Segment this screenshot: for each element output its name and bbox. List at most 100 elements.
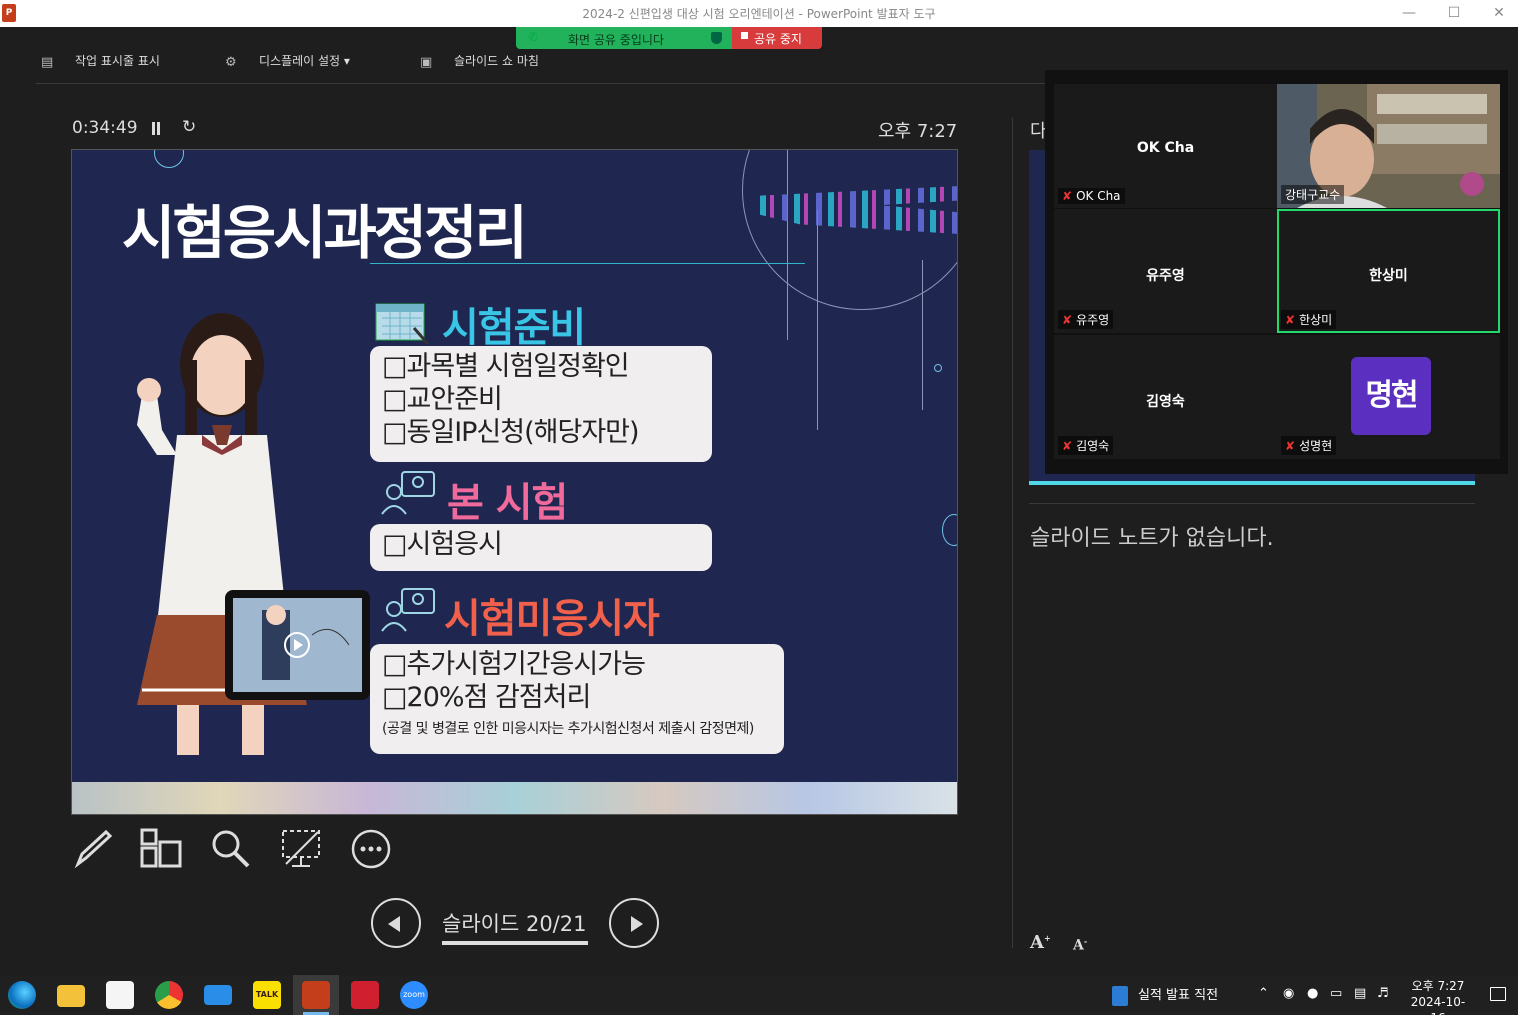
checklist-item: □시험응시: [382, 529, 503, 560]
participant-tile[interactable]: 유주영 ✘ 유주영: [1054, 209, 1277, 333]
elapsed-timer: 0:34:49: [72, 118, 138, 138]
screen-sharing-banner[interactable]: ✆ 화면 공유 중입니다: [516, 27, 732, 49]
presenter-icon: [381, 471, 435, 515]
notes-divider: [1029, 503, 1475, 504]
acrobat-icon[interactable]: [351, 981, 379, 1009]
exam-checklist: □시험응시: [370, 524, 712, 571]
sharing-status-text: 화면 공유 중입니다: [568, 33, 664, 47]
participant-label-text: 김영숙: [1076, 439, 1110, 453]
absent-student-icon: [381, 588, 435, 632]
clock-date: 2024-10-16: [1410, 995, 1466, 1015]
show-taskbar-label: 작업 표시줄 표시: [75, 54, 160, 68]
microphone-icon[interactable]: ●: [1307, 986, 1318, 1001]
title-bar: P 2024-2 신편입생 대상 시험 오리엔테이션 - PowerPoint …: [0, 0, 1518, 27]
checklist-item: □20%점 감점처리: [382, 682, 591, 713]
participant-label-text: 한상미: [1299, 313, 1333, 327]
muted-mic-icon: ✘: [1062, 189, 1073, 203]
system-clock[interactable]: 오후 7:27 2024-10-16: [1405, 978, 1471, 1015]
all-slides-icon[interactable]: [140, 828, 182, 870]
increase-font-button[interactable]: A+: [1030, 932, 1051, 953]
window-title: 2024-2 신편입생 대상 시험 오리엔테이션 - PowerPoint 발표…: [582, 7, 936, 21]
participant-label: ✘ OK Cha: [1058, 188, 1125, 204]
notification-icon[interactable]: [1490, 987, 1506, 1001]
title-underline: [370, 263, 805, 264]
participant-tile[interactable]: 김영숙 ✘ 김영숙: [1054, 335, 1277, 459]
chrome-icon[interactable]: [155, 981, 183, 1009]
participant-name: 한상미: [1369, 268, 1408, 284]
participant-label-text: OK Cha: [1076, 189, 1121, 203]
panel-divider[interactable]: [1012, 118, 1013, 948]
more-options-icon[interactable]: [350, 828, 392, 870]
taskbar-document[interactable]: 실적 발표 직전: [1112, 984, 1218, 1006]
slide-title: 시험응시과정정리: [122, 199, 528, 267]
checklist-item: □과목별 시험일정확인: [382, 351, 630, 382]
participant-label: ✘ 성명현: [1281, 436, 1337, 455]
section-heading-exam: 본 시험: [447, 480, 568, 526]
reset-timer-icon[interactable]: ↻: [182, 117, 196, 137]
display-settings-icon: ⚙: [225, 54, 237, 70]
edge-icon[interactable]: [8, 981, 36, 1009]
clock-time: 오후 7:27: [1411, 979, 1465, 993]
current-slide[interactable]: 시험응시과정정리 시험준비 □과목별 시험일정확인 □교안준비 □동일IP신청(: [71, 149, 958, 815]
pen-icon[interactable]: [72, 828, 114, 870]
checklist-item: □교안준비: [382, 384, 503, 415]
decrease-font-button[interactable]: A-: [1073, 936, 1087, 954]
powerpoint-icon[interactable]: [302, 981, 330, 1009]
taskbar-icon: ▤: [41, 54, 54, 70]
show-taskbar-button[interactable]: ▤ 작업 표시줄 표시: [41, 52, 160, 72]
previous-slide-button[interactable]: [371, 898, 421, 948]
decorative-line: [787, 150, 788, 340]
participant-video-tile[interactable]: 강태구교수: [1277, 84, 1500, 208]
close-button[interactable]: ✕: [1484, 3, 1514, 23]
phone-icon: ✆: [528, 30, 539, 44]
camera-icon[interactable]: ◉: [1283, 986, 1294, 1001]
pause-icon[interactable]: [151, 122, 161, 135]
black-screen-icon[interactable]: [280, 828, 322, 870]
checklist-item: □동일IP신청(해당자만): [382, 417, 640, 448]
participant-label: ✘ 한상미: [1281, 310, 1337, 329]
participant-label: ✘ 김영숙: [1058, 436, 1114, 455]
participant-tile[interactable]: OK Cha ✘ OK Cha: [1054, 84, 1277, 208]
participant-name: 유주영: [1146, 268, 1185, 284]
battery-icon[interactable]: ▭: [1330, 986, 1342, 1001]
minimize-button[interactable]: —: [1394, 3, 1424, 23]
zoom-icon[interactable]: zoom: [400, 981, 428, 1009]
active-speaker-tile[interactable]: 한상미 ✘ 한상미: [1277, 209, 1500, 333]
file-explorer-icon[interactable]: [57, 985, 85, 1007]
slide-counter[interactable]: 슬라이드 20/21: [442, 908, 586, 938]
decorative-line: [922, 260, 923, 410]
mail-icon[interactable]: [204, 985, 232, 1005]
maximize-button[interactable]: ☐: [1439, 3, 1469, 23]
network-icon[interactable]: ▤: [1354, 986, 1366, 1001]
absent-checklist: □추가시험기간응시가능 □20%점 감점처리 (공결 및 병결로 인한 미응시자…: [370, 644, 784, 754]
decrease-font-label: A: [1073, 937, 1084, 954]
stop-share-button[interactable]: 공유 중지: [732, 27, 822, 49]
participant-label: 강태구교수: [1281, 185, 1345, 204]
participant-tile[interactable]: 명현 ✘ 성명현: [1277, 335, 1500, 459]
next-slide-button[interactable]: [609, 898, 659, 948]
muted-mic-icon: ✘: [1285, 313, 1296, 327]
muted-mic-icon: ✘: [1062, 313, 1073, 327]
store-icon[interactable]: [106, 981, 134, 1009]
absent-note: (공결 및 병결로 인한 미응시자는 추가시험신청서 제출시 감정면제): [382, 721, 754, 737]
stop-icon: [741, 32, 748, 39]
prep-checklist: □과목별 시험일정확인 □교안준비 □동일IP신청(해당자만): [370, 346, 712, 462]
avatar: 명현: [1351, 357, 1431, 435]
end-slideshow-label: 슬라이드 쇼 마침: [454, 54, 539, 68]
display-settings-button[interactable]: ⚙ 디스플레이 설정 ▾: [225, 52, 350, 72]
volume-icon[interactable]: ♬: [1377, 986, 1389, 1001]
speaker-notes: 슬라이드 노트가 없습니다.: [1030, 526, 1274, 551]
display-settings-label: 디스플레이 설정 ▾: [259, 54, 350, 68]
zoom-slide-icon[interactable]: [210, 828, 252, 870]
zoom-gallery-view[interactable]: OK Cha ✘ OK Cha 강태구교수 유주영 ✘ 유주영 한상미 ✘ 한상미 김…: [1045, 70, 1508, 474]
decorative-dot: [934, 364, 942, 372]
increase-font-label: A: [1030, 932, 1044, 953]
muted-mic-icon: ✘: [1285, 439, 1296, 453]
document-icon: [1112, 985, 1128, 1006]
kakaotalk-icon[interactable]: TALK: [253, 981, 281, 1009]
show-hidden-icons[interactable]: ⌃: [1258, 986, 1269, 1001]
end-slideshow-button[interactable]: ▣ 슬라이드 쇼 마침: [420, 52, 539, 72]
calendar-icon: [375, 303, 430, 344]
shield-icon: [711, 32, 722, 44]
toolbar-divider: [36, 83, 1046, 84]
